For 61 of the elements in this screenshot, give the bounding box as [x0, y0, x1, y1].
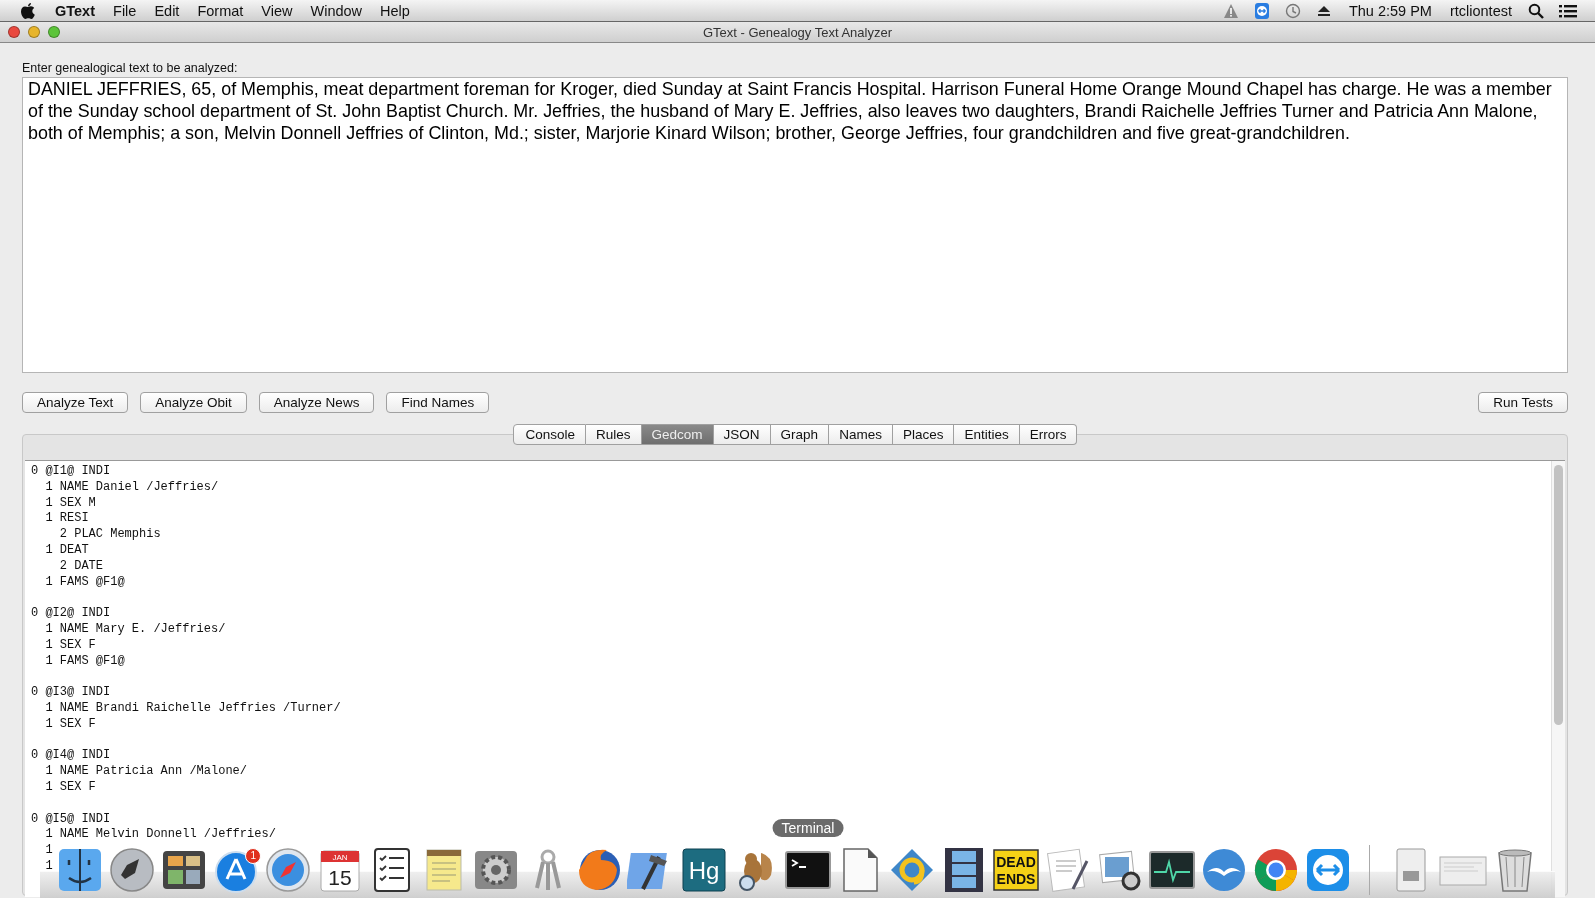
output-line: 1 SEX F	[44, 716, 96, 733]
tab[interactable]: Rules	[586, 424, 642, 445]
tab[interactable]: Names	[829, 424, 893, 445]
hg-icon[interactable]: Hg	[679, 845, 729, 895]
action-button[interactable]: Analyze Text	[22, 392, 129, 413]
output-line: 1 SEX F	[44, 637, 96, 654]
close-button[interactable]	[8, 26, 20, 38]
tab[interactable]: Errors	[1019, 424, 1078, 445]
menu-item[interactable]: Help	[371, 2, 419, 19]
action-button[interactable]: Analyze Obit	[140, 392, 247, 413]
output-line: 1 NAME Daniel /Jeffries/	[44, 479, 219, 496]
output-line: 0 @I2@ INDI	[31, 606, 111, 622]
tab[interactable]: Entities	[954, 424, 1020, 445]
output-line: 1 NAME Brandi Raichelle Jeffries /Turner/	[44, 700, 341, 717]
menu-item[interactable]: Window	[301, 2, 372, 19]
window-title: GText - Genealogy Text Analyzer	[701, 24, 894, 40]
output-line: 1 FAMS @F1@	[44, 653, 125, 670]
minimize-button[interactable]	[28, 26, 40, 38]
scrollbar-thumb[interactable]	[1554, 465, 1563, 725]
run-tests-button[interactable]: Run Tests	[1478, 392, 1568, 413]
output-line: 1 RESI	[44, 511, 89, 528]
output-line: 0 @I3@ INDI	[31, 685, 111, 701]
tab[interactable]: JSON	[713, 424, 771, 445]
action-button[interactable]: Find Names	[386, 392, 490, 413]
search-icon[interactable]	[1528, 2, 1544, 19]
compass-icon[interactable]	[263, 845, 313, 895]
app-menu[interactable]: GText	[46, 2, 105, 19]
output-line: 1 NAME Mary E. /Jeffries/	[44, 621, 226, 638]
menu-item[interactable]: File	[104, 2, 146, 19]
output-line: 1	[44, 843, 53, 859]
menu-clock[interactable]: Thu 2:59 PM	[1339, 2, 1441, 19]
action-button[interactable]: Analyze News	[258, 392, 375, 413]
arrows-icon[interactable]	[1253, 2, 1270, 19]
menu-item[interactable]: Edit	[145, 2, 189, 19]
output-line: 1 SEX M	[44, 495, 96, 512]
output-line: 1 FAMS @F1@	[44, 574, 125, 591]
output-line: 2 PLAC Memphis	[58, 527, 161, 543]
output-line: 2 DATE	[58, 558, 103, 575]
text-field[interactable]: DANIEL JEFFRIES, 65, of Memphis, meat department foreman for Kroger, died Sunday at Saint Francis Hospital. Harrison Funeral Home Orange Mound Chapel has charge. He was a member of the Sunday school department of St. John Baptist Church. Mr. Jeffries, the husband of Mary E. Jeffries, also leaves two daughters, Brandi Raichelle Jeffries Turner and Patricia Ann Malone, both of Memphis; a son, Melvin Donnell Jeffries of Clinton, Md.; sister, Marjorie Kinard Wilson; brother, George Jeffries, four grandchildren and five great-grandchildren.	[22, 77, 1568, 373]
apple-icon[interactable]	[20, 1, 36, 20]
output-line: 1 SEX F	[44, 779, 96, 796]
dock-tooltip: Terminal	[772, 819, 844, 837]
tab[interactable]: Gedcom	[641, 424, 714, 445]
output-line: 0 @I1@ INDI	[31, 464, 111, 480]
menu-item[interactable]: View	[252, 2, 302, 19]
output-line: 1 DEAT	[44, 543, 89, 559]
user-menu[interactable]: rtcliontest	[1440, 2, 1521, 19]
menu-item[interactable]: Format	[188, 2, 253, 19]
tab[interactable]: Graph	[770, 424, 830, 445]
clock-icon[interactable]	[1284, 2, 1301, 19]
menu-icon[interactable]	[1559, 2, 1577, 19]
output-line: 1	[44, 858, 53, 875]
tab[interactable]: Places	[892, 424, 955, 445]
tab[interactable]: Console	[512, 424, 587, 445]
output-line: 0 @I4@ INDI	[31, 748, 111, 765]
output-line: 0 @I5@ INDI	[31, 811, 111, 828]
input-label: Enter genealogical text to be analyzed:	[22, 61, 239, 75]
zoom-button[interactable]	[48, 26, 60, 38]
warning-icon[interactable]	[1222, 2, 1239, 19]
output-line: 1 NAME Melvin Donnell /Jeffries/	[44, 827, 276, 844]
output-line: 1 NAME Patricia Ann /Malone/	[44, 764, 248, 780]
